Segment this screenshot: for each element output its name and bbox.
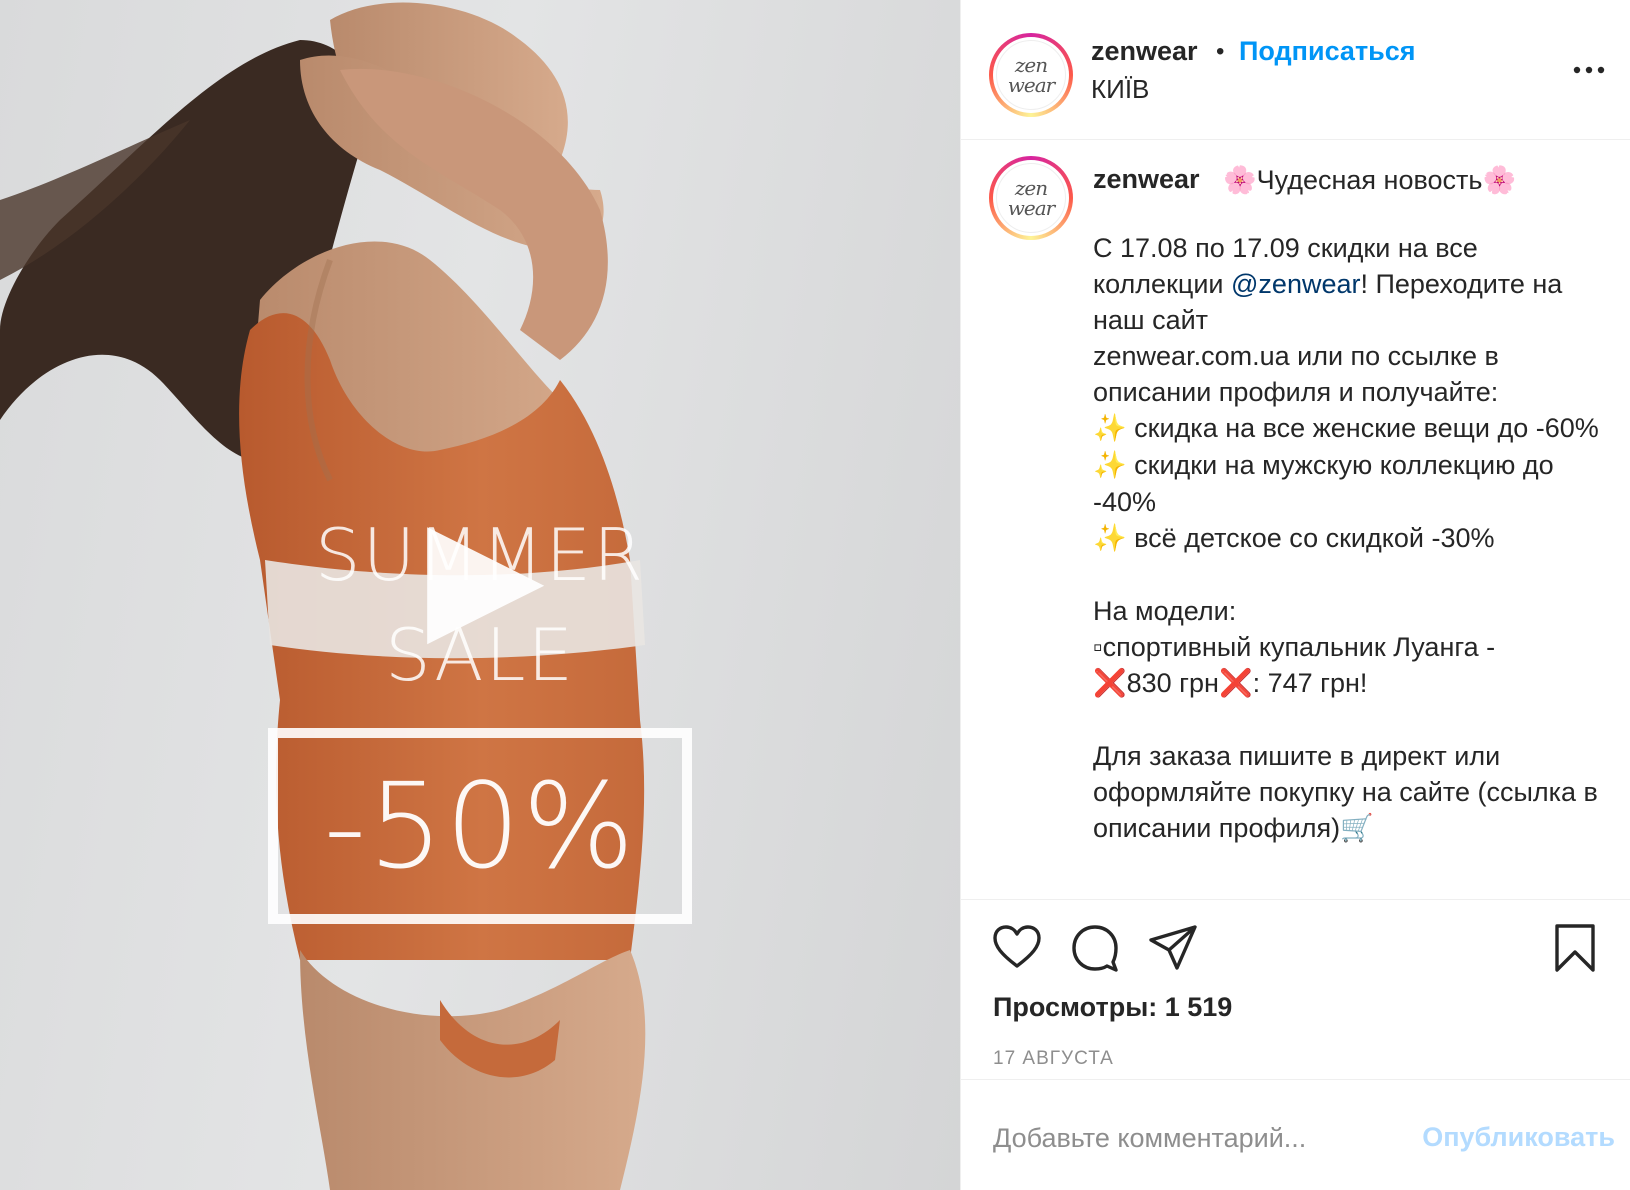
post-header: zen wear zenwear • Подписаться КИЇВ	[961, 0, 1630, 140]
location-link[interactable]: КИЇВ	[1091, 74, 1149, 105]
caption-model-item: ▫спортивный купальник Луанга -	[1093, 632, 1496, 662]
avatar-inner: zen wear	[993, 160, 1069, 236]
logo-line-1: zen	[1014, 53, 1048, 77]
caption-area: zen wear zenwear 🌸Чудесная новость🌸 С 17…	[961, 140, 1630, 900]
comment-input[interactable]	[993, 1116, 1413, 1160]
brand-logo: zen wear	[996, 40, 1066, 110]
mention-link[interactable]: @zenwear	[1231, 269, 1360, 299]
logo-line-2: wear	[1007, 196, 1055, 220]
discount-frame: -50%	[268, 728, 692, 924]
header-username[interactable]: zenwear	[1091, 36, 1198, 67]
post-side-panel: zen wear zenwear • Подписаться КИЇВ zen	[960, 0, 1630, 1190]
sparkles-icon: ✨	[1093, 413, 1127, 444]
comment-icon[interactable]	[1069, 922, 1121, 974]
caption-avatar[interactable]: zen wear	[989, 156, 1073, 240]
sparkles-icon: ✨	[1093, 523, 1127, 554]
caption-body: С 17.08 по 17.09 скидки на все коллекции…	[1093, 230, 1613, 847]
logo-line-2: wear	[1007, 73, 1055, 97]
caption-new-price: : 747 грн!	[1252, 668, 1368, 698]
blossom-icon: 🌸	[1223, 165, 1257, 196]
follow-button[interactable]: Подписаться	[1239, 36, 1416, 67]
caption-title-text: Чудесная новость	[1256, 165, 1483, 195]
avatar-inner: zen wear	[993, 37, 1069, 113]
blossom-icon: 🌸	[1482, 165, 1517, 196]
caption-old-price: 830 грн	[1126, 668, 1219, 698]
post-video[interactable]: SUMMER SALE -50%	[0, 0, 960, 1190]
caption-model-heading: На модели:	[1093, 596, 1237, 626]
shopping-cart-icon: 🛒	[1340, 813, 1374, 844]
views-count[interactable]: Просмотры: 1 519	[993, 992, 1232, 1023]
logo-line-1: zen	[1014, 176, 1048, 200]
comment-bar: Опубликовать	[961, 1080, 1630, 1190]
post-date[interactable]: 17 АВГУСТА	[993, 1048, 1114, 1070]
instagram-post: SUMMER SALE -50% zen wear zenwear • Подп…	[0, 0, 1630, 1190]
heart-icon[interactable]	[991, 922, 1043, 974]
caption-username[interactable]: zenwear	[1093, 164, 1200, 195]
cross-mark-icon: ❌	[1218, 668, 1253, 699]
share-icon[interactable]	[1147, 922, 1199, 974]
caption-bullet: скидка на все женские вещи до -60%	[1134, 413, 1599, 443]
cross-mark-icon: ❌	[1093, 668, 1127, 699]
brand-logo: zen wear	[996, 163, 1066, 233]
caption-bullet: всё детское со скидкой -30%	[1134, 523, 1495, 553]
separator-dot: •	[1216, 38, 1225, 65]
avatar[interactable]: zen wear	[989, 33, 1073, 117]
caption-title: 🌸Чудесная новость🌸	[1223, 164, 1516, 196]
play-icon[interactable]	[420, 520, 550, 650]
more-horizontal-icon[interactable]	[1569, 58, 1609, 82]
overlay-discount-text: -50%	[323, 757, 637, 895]
caption-site-text: zenwear.com.ua или по ссылке в описании …	[1093, 341, 1507, 407]
post-actions: Просмотры: 1 519 17 АВГУСТА	[961, 900, 1630, 1080]
caption-bullet: скидки на мужскую коллекцию до -40%	[1093, 450, 1562, 517]
sparkles-icon: ✨	[1093, 450, 1127, 481]
bookmark-icon[interactable]	[1549, 922, 1601, 974]
publish-button[interactable]: Опубликовать	[1421, 1114, 1615, 1160]
